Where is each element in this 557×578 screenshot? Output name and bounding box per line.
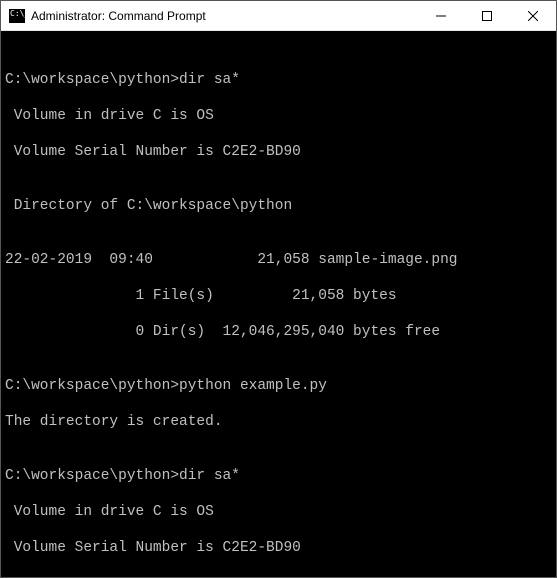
terminal-output[interactable]: C:\workspace\python>dir sa* Volume in dr…	[1, 31, 556, 577]
window-title: Administrator: Command Prompt	[31, 9, 418, 23]
terminal-line: 0 Dir(s) 12,046,295,040 bytes free	[5, 323, 556, 341]
terminal-line: Volume Serial Number is C2E2-BD90	[5, 143, 556, 161]
terminal-line: C:\workspace\python>dir sa*	[5, 71, 556, 89]
minimize-icon	[436, 11, 446, 21]
terminal-line: C:\workspace\python>python example.py	[5, 377, 556, 395]
maximize-button[interactable]	[464, 1, 510, 30]
cmd-icon	[9, 9, 25, 23]
terminal-line: Volume Serial Number is C2E2-BD90	[5, 539, 556, 557]
terminal-line: Directory of C:\workspace\python	[5, 197, 556, 215]
terminal-line: The directory is created.	[5, 413, 556, 431]
terminal-line: 22-02-2019 09:40 21,058 sample-image.png	[5, 251, 556, 269]
terminal-line: Volume in drive C is OS	[5, 503, 556, 521]
minimize-button[interactable]	[418, 1, 464, 30]
terminal-line: Volume in drive C is OS	[5, 107, 556, 125]
close-button[interactable]	[510, 1, 556, 30]
window-controls	[418, 1, 556, 30]
close-icon	[528, 11, 538, 21]
terminal-line: C:\workspace\python>dir sa*	[5, 467, 556, 485]
terminal-line: 1 File(s) 21,058 bytes	[5, 287, 556, 305]
titlebar[interactable]: Administrator: Command Prompt	[1, 1, 556, 31]
maximize-icon	[482, 11, 492, 21]
